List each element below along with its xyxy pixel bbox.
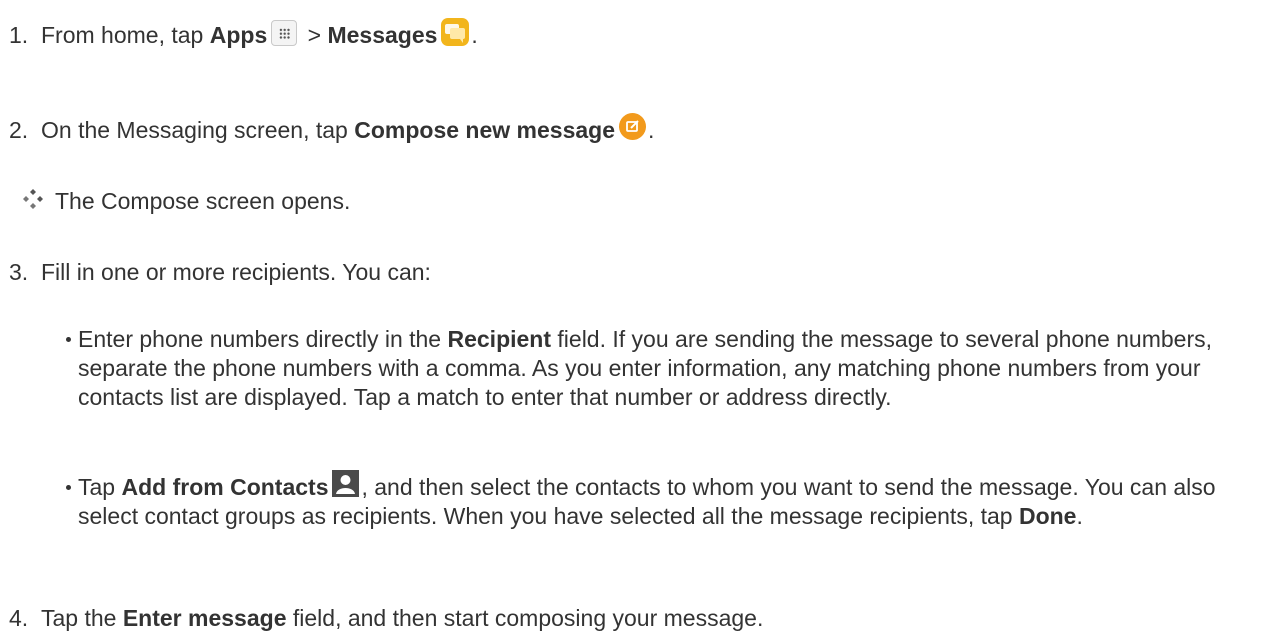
recipient-label: Recipient — [447, 326, 552, 352]
step-text: On the Messaging screen, tap Compose new… — [41, 113, 655, 144]
bullet-text: Enter phone numbers directly in the Reci… — [78, 325, 1238, 412]
bullet-text-part: Enter phone numbers directly in the — [78, 326, 448, 352]
result-diamond-icon — [22, 188, 44, 210]
step-number: 3. — [9, 259, 29, 285]
step-number: 4. — [9, 605, 29, 631]
messages-label: Messages — [327, 22, 438, 48]
messages-app-icon — [441, 17, 470, 46]
step-number: 2. — [9, 117, 29, 143]
step-text-part: On the Messaging screen, tap — [41, 117, 355, 143]
compose-new-message-icon — [619, 113, 646, 141]
step-text-part: Tap the — [41, 605, 123, 631]
enter-message-label: Enter message — [122, 605, 287, 631]
bullet-dot — [66, 485, 71, 490]
step-text-part: . — [471, 22, 478, 48]
bullet-dot — [66, 337, 71, 342]
step-text-part: field, and then start composing your mes… — [286, 605, 764, 631]
step-text: Tap the Enter message field, and then st… — [41, 605, 763, 632]
bullet-text-part: Tap — [78, 474, 122, 500]
bullet-text: Tap Add from Contacts , and then select … — [78, 470, 1238, 531]
result-text: The Compose screen opens. — [55, 188, 351, 214]
instructions-page: 1. From home, tap Apps > Messages . 2. O… — [0, 0, 1266, 639]
apps-label: Apps — [209, 22, 268, 48]
bullet-text-part: . — [1076, 503, 1083, 529]
add-from-contacts-label: Add from Contacts — [121, 474, 329, 500]
apps-grid-icon — [271, 19, 298, 46]
step-text: Fill in one or more recipients. You can: — [41, 259, 431, 285]
step-text-part: From home, tap — [41, 22, 210, 48]
compose-new-message-label: Compose new message — [354, 117, 615, 143]
add-contact-icon — [332, 470, 360, 498]
done-label: Done — [1018, 503, 1077, 529]
step-number: 1. — [9, 22, 29, 48]
step-text-part: > — [301, 22, 328, 48]
step-text: From home, tap Apps > Messages . — [41, 17, 478, 49]
step-text-part: . — [648, 117, 655, 143]
